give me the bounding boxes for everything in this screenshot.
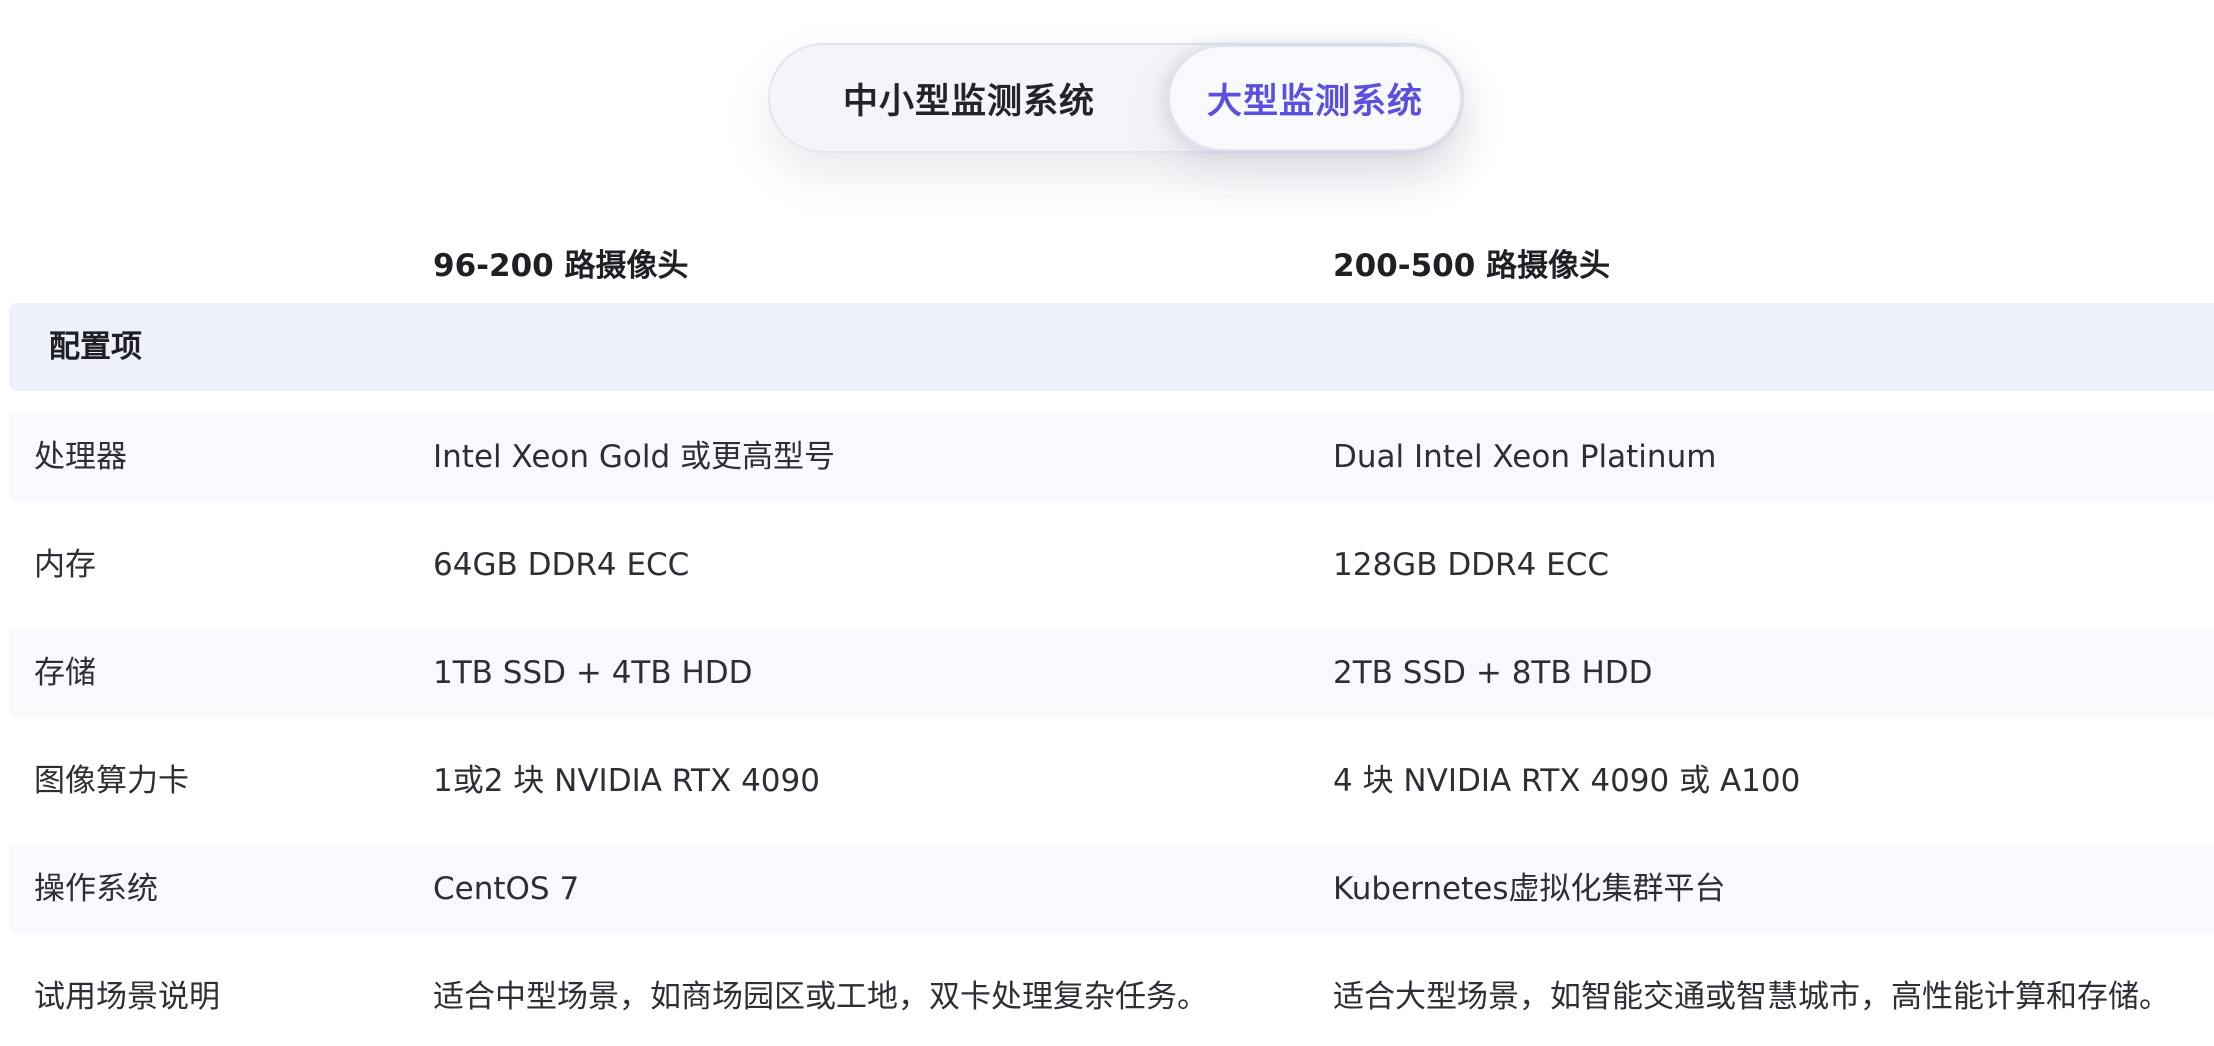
column-header-200-500: 200-500 路摄像头 [1333, 248, 1611, 284]
table-row-cpu: 处理器 Intel Xeon Gold 或更高型号 Dual Intel Xeo… [9, 413, 2214, 501]
spec-comparison-page: 中小型监测系统 大型监测系统 96-200 路摄像头 200-500 路摄像头 … [0, 0, 2214, 1046]
row-value-col1: 1TB SSD + 4TB HDD [433, 655, 753, 691]
table-row-storage: 存储 1TB SSD + 4TB HDD 2TB SSD + 8TB HDD [9, 629, 2214, 717]
config-section-header: 配置项 [9, 303, 2214, 391]
row-value-col1: CentOS 7 [433, 871, 580, 907]
row-label: 处理器 [34, 439, 127, 475]
row-label: 图像算力卡 [34, 763, 189, 799]
tab-small-medium-system[interactable]: 中小型监测系统 [770, 45, 1168, 151]
row-value-col1: 64GB DDR4 ECC [433, 547, 690, 583]
row-value-col2: 128GB DDR4 ECC [1333, 547, 1610, 583]
row-value-col1: 适合中型场景，如商场园区或工地，双卡处理复杂任务。 [433, 979, 1208, 1015]
row-label: 内存 [34, 547, 96, 583]
table-row-gpu: 图像算力卡 1或2 块 NVIDIA RTX 4090 4 块 NVIDIA R… [9, 737, 2214, 825]
row-label: 操作系统 [34, 871, 158, 907]
row-value-col1: 1或2 块 NVIDIA RTX 4090 [433, 763, 820, 799]
row-value-col2: 2TB SSD + 8TB HDD [1333, 655, 1653, 691]
column-header-96-200: 96-200 路摄像头 [433, 248, 689, 284]
row-value-col2: 适合大型场景，如智能交通或智慧城市，高性能计算和存储。 [1333, 979, 2170, 1015]
table-row-scenario: 试用场景说明 适合中型场景，如商场园区或工地，双卡处理复杂任务。 适合大型场景，… [9, 953, 2214, 1041]
row-label: 试用场景说明 [34, 979, 220, 1015]
row-value-col2: 4 块 NVIDIA RTX 4090 或 A100 [1333, 763, 1801, 799]
row-value-col2: Dual Intel Xeon Platinum [1333, 439, 1717, 475]
row-value-col1: Intel Xeon Gold 或更高型号 [433, 439, 836, 475]
row-label: 存储 [34, 655, 96, 691]
table-row-os: 操作系统 CentOS 7 Kubernetes虚拟化集群平台 [9, 845, 2214, 933]
config-section-label: 配置项 [49, 329, 142, 365]
tab-large-system[interactable]: 大型监测系统 [1168, 45, 1462, 151]
table-row-memory: 内存 64GB DDR4 ECC 128GB DDR4 ECC [9, 521, 2214, 609]
system-size-switch: 中小型监测系统 大型监测系统 [768, 43, 1464, 153]
row-value-col2: Kubernetes虚拟化集群平台 [1333, 871, 1726, 907]
